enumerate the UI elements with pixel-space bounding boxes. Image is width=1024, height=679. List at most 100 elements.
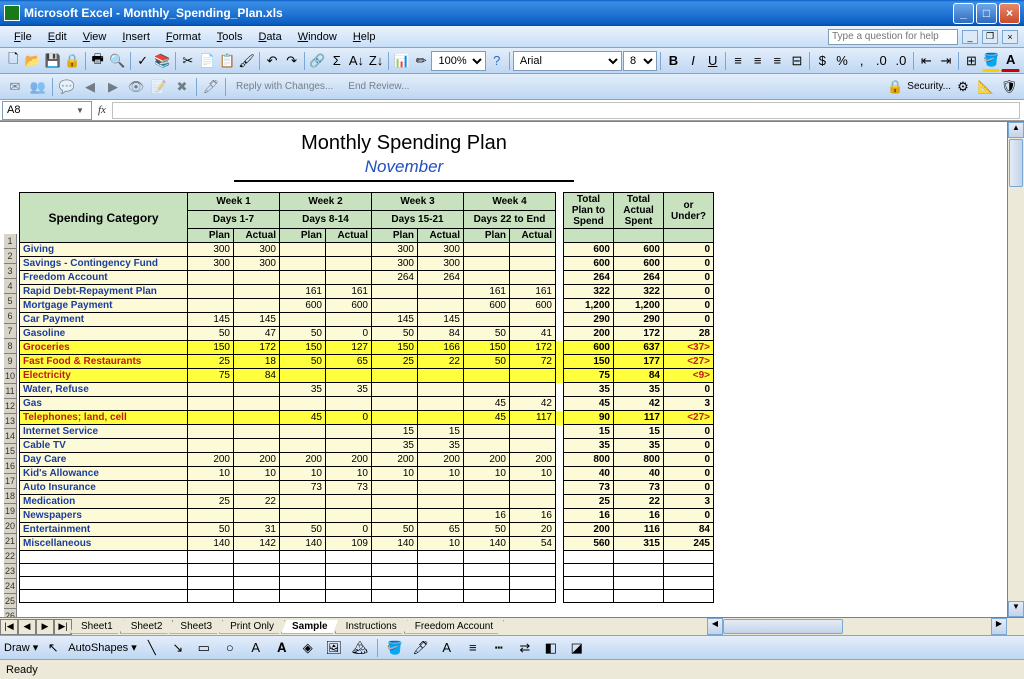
cell-plan[interactable]: [464, 369, 510, 383]
cell-actual[interactable]: 142: [234, 537, 280, 551]
cell-plan[interactable]: 264: [372, 271, 418, 285]
cell-plan[interactable]: [188, 590, 234, 603]
cell-plan[interactable]: 45: [464, 411, 510, 425]
cell-total-actual[interactable]: 35: [614, 383, 664, 397]
cell-actual[interactable]: 18: [234, 355, 280, 369]
print-preview-icon[interactable]: 🔍: [108, 50, 127, 72]
hscroll-thumb[interactable]: [723, 619, 843, 634]
row-number[interactable]: 14: [4, 429, 17, 444]
cell-actual[interactable]: 200: [418, 453, 464, 467]
cell-actual[interactable]: 264: [418, 271, 464, 285]
cell-total-actual[interactable]: 177: [614, 355, 664, 369]
row-number[interactable]: 6: [4, 309, 17, 324]
protect-icon[interactable]: 🛡: [998, 76, 1020, 98]
cell-plan[interactable]: 50: [280, 327, 326, 341]
tab-last-icon[interactable]: ▶|: [54, 619, 72, 635]
cell-actual[interactable]: [418, 564, 464, 577]
cell-plan[interactable]: 50: [280, 355, 326, 369]
cell-actual[interactable]: [510, 313, 556, 327]
spending-table[interactable]: Spending CategoryWeek 1Week 2Week 3Week …: [19, 192, 714, 603]
col-days[interactable]: Days 1-7: [188, 211, 280, 229]
cell-total-plan[interactable]: 15: [564, 425, 614, 439]
col-category[interactable]: Spending Category: [20, 193, 188, 243]
cell-total-plan[interactable]: 1,200: [564, 299, 614, 313]
row-number[interactable]: 7: [4, 324, 17, 339]
cell-actual[interactable]: 145: [234, 313, 280, 327]
cell-plan[interactable]: [464, 425, 510, 439]
cell-actual[interactable]: 200: [326, 453, 372, 467]
cell-plan[interactable]: [372, 590, 418, 603]
cell-total-actual[interactable]: [614, 590, 664, 603]
cell-plan[interactable]: [280, 271, 326, 285]
sort-desc-icon[interactable]: Z↓: [367, 50, 386, 72]
cell-actual[interactable]: [418, 383, 464, 397]
cell-total-plan[interactable]: 90: [564, 411, 614, 425]
help-icon[interactable]: ?: [487, 50, 506, 72]
cell-plan[interactable]: 161: [464, 285, 510, 299]
align-center-icon[interactable]: ≡: [748, 50, 767, 72]
cell-actual[interactable]: [326, 564, 372, 577]
cell-plan[interactable]: 300: [188, 243, 234, 257]
cell-actual[interactable]: [510, 495, 556, 509]
cell-plan[interactable]: [188, 425, 234, 439]
table-row[interactable]: Groceries150172150127150166150172600637<…: [20, 341, 714, 355]
macro-security-icon[interactable]: ⚙: [952, 76, 974, 98]
col-week[interactable]: Week 4: [464, 193, 556, 211]
cell-actual[interactable]: 10: [326, 467, 372, 481]
cell-total-actual[interactable]: 73: [614, 481, 664, 495]
cell-total-plan[interactable]: 75: [564, 369, 614, 383]
cell-total-plan[interactable]: 73: [564, 481, 614, 495]
menu-file[interactable]: File: [6, 29, 40, 45]
cell-actual[interactable]: 200: [510, 453, 556, 467]
table-row[interactable]: Gasoline50475005084504120017228: [20, 327, 714, 341]
table-row[interactable]: Cable TV353535350: [20, 439, 714, 453]
cell-actual[interactable]: 65: [326, 355, 372, 369]
cell-plan[interactable]: [464, 271, 510, 285]
cell-plan[interactable]: [280, 397, 326, 411]
cell-total-actual[interactable]: 35: [614, 439, 664, 453]
row-number[interactable]: 23: [4, 564, 17, 579]
cell-plan[interactable]: 50: [464, 523, 510, 537]
currency-icon[interactable]: $: [813, 50, 832, 72]
cell-plan[interactable]: [464, 590, 510, 603]
cell-total-plan[interactable]: [564, 564, 614, 577]
fx-icon[interactable]: fx: [98, 104, 106, 116]
cell-category[interactable]: Internet Service: [20, 425, 188, 439]
format-painter-icon[interactable]: 🖌: [237, 50, 256, 72]
cell-actual[interactable]: 200: [234, 453, 280, 467]
cell-actual[interactable]: 65: [418, 523, 464, 537]
cell-actual[interactable]: [326, 397, 372, 411]
cell-under[interactable]: 0: [664, 509, 714, 523]
cell-plan[interactable]: 300: [188, 257, 234, 271]
cell-plan[interactable]: [188, 397, 234, 411]
cell-category[interactable]: Gasoline: [20, 327, 188, 341]
cell-total-actual[interactable]: 15: [614, 425, 664, 439]
cell-actual[interactable]: [418, 551, 464, 564]
cell-actual[interactable]: [418, 299, 464, 313]
cell-actual[interactable]: [326, 439, 372, 453]
cell-under[interactable]: [664, 564, 714, 577]
menu-edit[interactable]: Edit: [40, 29, 75, 45]
sheet-tab-sample[interactable]: Sample: [281, 620, 339, 634]
cell-plan[interactable]: 45: [464, 397, 510, 411]
cell-plan[interactable]: [188, 411, 234, 425]
cell-actual[interactable]: [510, 481, 556, 495]
name-box[interactable]: ▼: [2, 101, 92, 120]
row-number[interactable]: 3: [4, 264, 17, 279]
cell-plan[interactable]: [188, 299, 234, 313]
scroll-up-icon[interactable]: ▲: [1008, 122, 1024, 138]
cell-category[interactable]: Fast Food & Restaurants: [20, 355, 188, 369]
cell-under[interactable]: 0: [664, 285, 714, 299]
cell-category[interactable]: Car Payment: [20, 313, 188, 327]
cell-under[interactable]: 245: [664, 537, 714, 551]
cell-actual[interactable]: 600: [326, 299, 372, 313]
cell-actual[interactable]: [326, 313, 372, 327]
merge-center-icon[interactable]: ⊟: [788, 50, 807, 72]
cell-actual[interactable]: 109: [326, 537, 372, 551]
cell-plan[interactable]: [464, 551, 510, 564]
cell-total-plan[interactable]: [564, 577, 614, 590]
col-plan[interactable]: Plan: [464, 229, 510, 243]
cell-actual[interactable]: [418, 411, 464, 425]
row-number[interactable]: 19: [4, 504, 17, 519]
cell-total-plan[interactable]: 35: [564, 439, 614, 453]
